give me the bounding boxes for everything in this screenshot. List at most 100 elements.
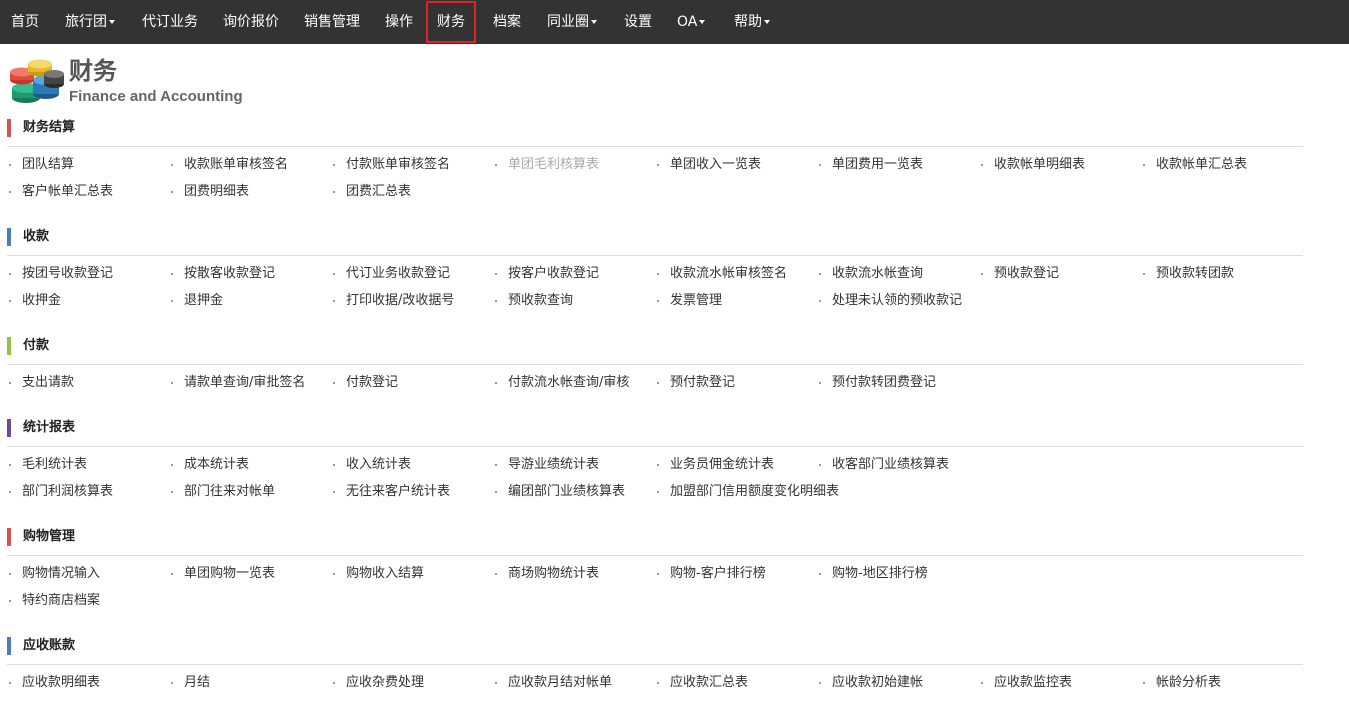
finance-link[interactable]: 付款流水帐查询/审核 [495, 374, 629, 392]
nav-item-3[interactable]: 询价报价 [223, 0, 279, 44]
section-color-bar [7, 119, 11, 137]
finance-link[interactable]: 按散客收款登记 [171, 265, 276, 283]
finance-link[interactable]: 团队结算 [9, 156, 74, 174]
finance-link-label: 商场购物统计表 [508, 566, 600, 581]
finance-link[interactable]: 按客户收款登记 [495, 265, 599, 283]
finance-link[interactable]: 毛利统计表 [9, 456, 87, 474]
finance-link[interactable]: 应收款月结对帐单 [495, 674, 612, 692]
finance-link[interactable]: 客户帐单汇总表 [9, 183, 113, 201]
finance-link-label: 预收款查询 [508, 293, 574, 308]
finance-link[interactable]: 预收款查询 [495, 292, 574, 310]
nav-item-6[interactable]: 财务 [426, 1, 476, 43]
nav-item-label: 询价报价 [223, 14, 279, 30]
finance-link[interactable]: 加盟部门信用额度变化明细表 [657, 483, 839, 501]
bullet-dot-icon [9, 300, 11, 302]
finance-link[interactable]: 单团毛利核算表 [495, 156, 599, 174]
bullet-dot-icon [9, 191, 11, 193]
finance-link[interactable]: 月结 [171, 674, 210, 692]
finance-link[interactable]: 无往来客户统计表 [333, 483, 451, 501]
bullet-dot-icon [819, 300, 821, 302]
finance-link-label: 成本统计表 [184, 457, 250, 472]
finance-link[interactable]: 预付款转团费登记 [819, 374, 936, 392]
bullet-dot-icon [171, 273, 173, 275]
nav-item-0[interactable]: 首页 [11, 0, 39, 44]
finance-link[interactable]: 团费汇总表 [333, 183, 411, 201]
finance-link[interactable]: 单团收入一览表 [657, 156, 761, 174]
bullet-dot-icon [1143, 273, 1145, 275]
finance-link[interactable]: 付款登记 [333, 374, 398, 392]
nav-item-10[interactable]: OA [677, 0, 706, 44]
finance-link[interactable]: 购物-地区排行榜 [819, 565, 928, 583]
finance-link-label: 单团购物一览表 [184, 566, 276, 581]
finance-link[interactable]: 处理未认领的预收款记 [819, 292, 962, 310]
finance-link-label: 收款帐单明细表 [994, 157, 1086, 172]
bullet-dot-icon [819, 273, 821, 275]
finance-link[interactable]: 购物收入结算 [333, 565, 424, 583]
bullet-dot-icon [819, 382, 821, 384]
finance-link[interactable]: 预收款登记 [981, 265, 1059, 283]
finance-link[interactable]: 应收款监控表 [981, 674, 1072, 692]
finance-link[interactable]: 单团费用一览表 [819, 156, 923, 174]
finance-link[interactable]: 付款账单审核签名 [333, 156, 450, 174]
finance-link[interactable]: 部门往来对帐单 [171, 483, 275, 501]
finance-link[interactable]: 业务员佣金统计表 [657, 456, 775, 474]
bullet-dot-icon [171, 382, 173, 384]
bullet-dot-icon [171, 191, 173, 193]
finance-link[interactable]: 收款帐单明细表 [981, 156, 1086, 174]
finance-link[interactable]: 收客部门业绩核算表 [819, 456, 949, 474]
nav-item-4[interactable]: 销售管理 [304, 0, 360, 44]
bullet-dot-icon [657, 682, 659, 684]
finance-link[interactable]: 购物情况输入 [9, 565, 100, 583]
finance-link[interactable]: 应收杂费处理 [333, 674, 424, 692]
finance-link[interactable]: 收款帐单汇总表 [1143, 156, 1247, 174]
finance-link[interactable]: 收款流水帐查询 [819, 265, 923, 283]
finance-link[interactable]: 收押金 [9, 292, 61, 310]
finance-link[interactable]: 编团部门业绩核算表 [495, 483, 625, 501]
caret-down-icon [764, 20, 770, 24]
finance-link[interactable]: 按团号收款登记 [9, 265, 113, 283]
nav-item-7[interactable]: 档案 [493, 0, 521, 44]
finance-link[interactable]: 帐龄分析表 [1143, 674, 1221, 692]
nav-item-11[interactable]: 帮助 [734, 0, 770, 44]
bullet-dot-icon [333, 573, 335, 575]
finance-link[interactable]: 部门利润核算表 [9, 483, 113, 501]
finance-link[interactable]: 收入统计表 [333, 456, 411, 474]
nav-item-5[interactable]: 操作 [385, 0, 413, 44]
nav-item-8[interactable]: 同业圈 [547, 0, 597, 44]
finance-link-label: 业务员佣金统计表 [670, 457, 775, 472]
nav-item-label: 档案 [493, 14, 521, 30]
finance-link[interactable]: 代订业务收款登记 [333, 265, 450, 283]
finance-link[interactable]: 应收款明细表 [9, 674, 100, 692]
bullet-dot-icon [657, 382, 659, 384]
finance-link-label: 按散客收款登记 [184, 266, 276, 281]
finance-link[interactable]: 打印收据/改收据号 [333, 292, 454, 310]
bullet-dot-icon [171, 464, 173, 466]
nav-item-2[interactable]: 代订业务 [142, 0, 198, 44]
bullet-dot-icon [333, 164, 335, 166]
finance-link[interactable]: 预收款转团款 [1143, 265, 1234, 283]
finance-link[interactable]: 购物-客户排行榜 [657, 565, 766, 583]
finance-link[interactable]: 收款账单审核签名 [171, 156, 288, 174]
top-navbar: 首页 旅行团 代订业务 询价报价 销售管理 操作 财务 档案 同业圈 设置 OA 帮助 [0, 0, 1349, 44]
finance-link[interactable]: 成本统计表 [171, 456, 250, 474]
nav-item-9[interactable]: 设置 [624, 0, 652, 44]
finance-link[interactable]: 退押金 [171, 292, 223, 310]
finance-link[interactable]: 特约商店档案 [9, 592, 100, 610]
finance-link[interactable]: 收款流水帐审核签名 [657, 265, 787, 283]
bullet-dot-icon [495, 491, 497, 493]
bullet-dot-icon [1143, 164, 1145, 166]
section-divider [7, 255, 1303, 256]
finance-link-label: 无往来客户统计表 [346, 484, 451, 499]
nav-item-1[interactable]: 旅行团 [65, 0, 115, 44]
finance-link[interactable]: 团费明细表 [171, 183, 249, 201]
finance-link[interactable]: 应收款汇总表 [657, 674, 748, 692]
finance-link[interactable]: 应收款初始建帐 [819, 674, 923, 692]
finance-link[interactable]: 发票管理 [657, 292, 722, 310]
finance-link[interactable]: 导游业绩统计表 [495, 456, 599, 474]
finance-link[interactable]: 单团购物一览表 [171, 565, 276, 583]
finance-link[interactable]: 请款单查询/审批签名 [171, 374, 305, 392]
finance-link[interactable]: 支出请款 [9, 374, 74, 392]
finance-link[interactable]: 预付款登记 [657, 374, 735, 392]
finance-link[interactable]: 商场购物统计表 [495, 565, 600, 583]
bullet-dot-icon [495, 682, 497, 684]
